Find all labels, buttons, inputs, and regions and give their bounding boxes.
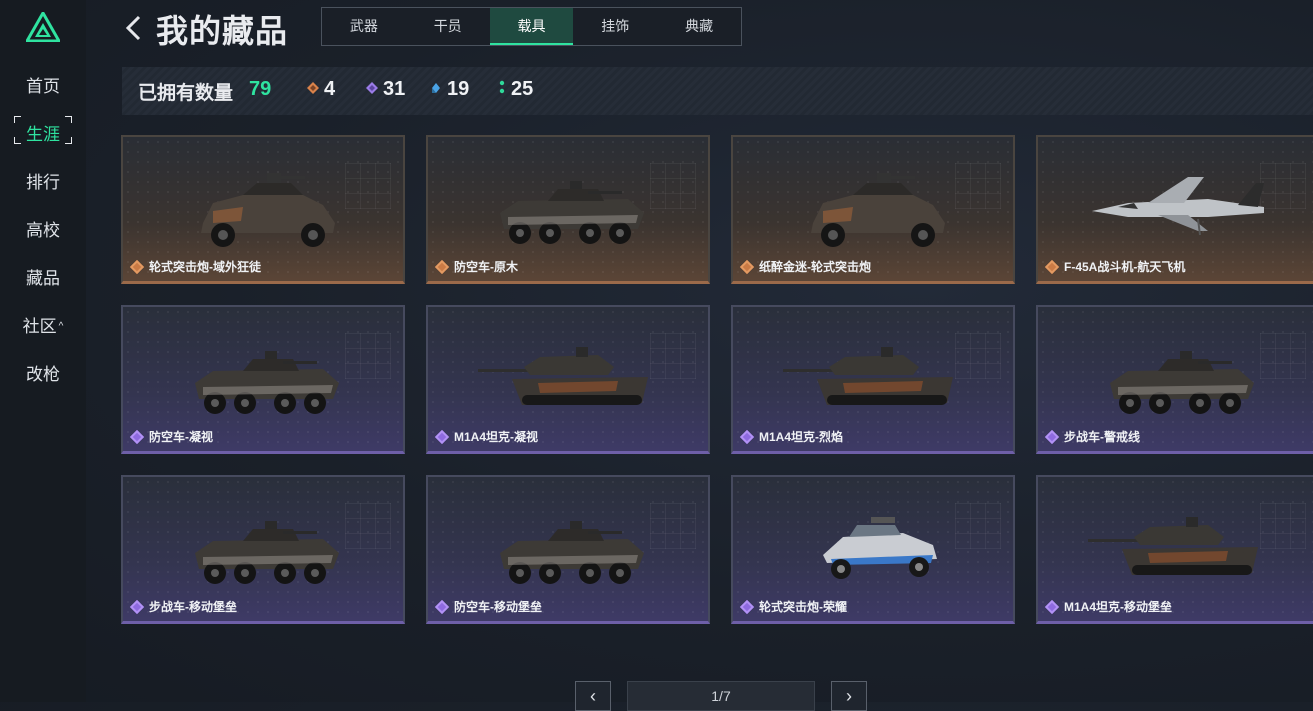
sidebar-item-career[interactable]: 生涯 (0, 120, 86, 145)
vehicle-name: 步战车-警戒线 (1064, 430, 1140, 444)
sidebar-item-label: 生涯 (26, 125, 60, 144)
page-indicator: 1/7 (627, 681, 815, 711)
app-logo-icon[interactable] (26, 12, 60, 42)
stat-value: 31 (383, 78, 406, 100)
stat-value: 4 (324, 78, 336, 100)
tab-weapons[interactable]: 武器 (322, 8, 406, 45)
owned-stats-bar: 已拥有数量 79 4 31 19 25 (122, 67, 1313, 115)
vehicle-name: 纸醉金迷-轮式突击炮 (759, 260, 871, 274)
buggy-image (823, 517, 937, 579)
next-page-button[interactable]: › (831, 681, 867, 711)
stat-orange: 4 (307, 78, 335, 101)
stat-blue: 19 (430, 78, 469, 101)
vehicle-card[interactable]: 防空车-移动堡垒 (426, 475, 710, 624)
category-tabs: 武器 干员 载具 挂饰 典藏 (321, 7, 742, 46)
vehicle-name: 防空车-移动堡垒 (454, 600, 542, 614)
tank-image (478, 347, 648, 405)
sidebar-item-ranking[interactable]: 排行 (0, 168, 86, 193)
tank-image (1088, 517, 1258, 575)
sidebar-item-label: 社区 (22, 317, 57, 336)
vehicle-card[interactable]: 防空车-原木 (426, 135, 710, 284)
jet-image (1091, 176, 1265, 236)
stat-value: 19 (447, 78, 470, 100)
vehicle-card[interactable]: F-45A战斗机-航天飞机 (1036, 135, 1313, 284)
back-arrow-icon[interactable] (122, 14, 146, 42)
stat-purple: 31 (366, 78, 405, 101)
vehicle-card[interactable]: 轮式突击炮-域外狂徒 (121, 135, 405, 284)
owned-total: 79 (249, 78, 272, 100)
vehicle-card[interactable]: M1A4坦克-移动堡垒 (1036, 475, 1313, 624)
tank-image (783, 347, 953, 405)
prev-page-button[interactable]: ‹ (575, 681, 611, 711)
sidebar-item-label: 高校 (26, 221, 60, 240)
sidebar-item-gunsmith[interactable]: 改枪 (0, 360, 86, 385)
vehicle-name: M1A4坦克-凝视 (454, 430, 539, 444)
apc-image (195, 521, 339, 584)
sidebar-item-home[interactable]: 首页 (0, 72, 86, 97)
blue-diamond-icon (432, 83, 440, 93)
apc-image (500, 521, 644, 584)
vehicle-card[interactable]: 纸醉金迷-轮式突击炮 (731, 135, 1015, 284)
vehicle-card[interactable]: M1A4坦克-凝视 (426, 305, 710, 454)
vehicle-name: M1A4坦克-移动堡垒 (1064, 600, 1173, 614)
sidebar-item-label: 藏品 (26, 269, 60, 288)
owned-label: 已拥有数量 (138, 83, 234, 104)
chevron-up-icon: ^ (58, 321, 64, 332)
vehicle-name: M1A4坦克-烈焰 (759, 430, 844, 444)
vehicle-card[interactable]: 步战车-警戒线 (1036, 305, 1313, 454)
vehicle-card[interactable]: M1A4坦克-烈焰 (731, 305, 1015, 454)
vehicle-name: 轮式突击炮-荣耀 (759, 600, 847, 614)
sidebar-item-label: 改枪 (26, 365, 60, 384)
vehicle-card[interactable]: 轮式突击炮-荣耀 (731, 475, 1015, 624)
green-dots-icon (499, 80, 505, 94)
vehicle-name: 防空车-原木 (454, 260, 518, 274)
tab-charms[interactable]: 挂饰 (573, 8, 657, 45)
sidebar-item-collection[interactable]: 藏品 (0, 264, 86, 289)
vehicle-name: 防空车-凝视 (149, 430, 213, 444)
vehicle-card[interactable]: 防空车-凝视 (121, 305, 405, 454)
vehicle-card[interactable]: 步战车-移动堡垒 (121, 475, 405, 624)
orange-diamond-icon (307, 82, 319, 94)
tab-vehicles[interactable]: 载具 (489, 8, 574, 45)
sidebar-item-label: 首页 (26, 77, 60, 96)
tab-operators[interactable]: 干员 (406, 8, 490, 45)
sidebar-item-label: 排行 (26, 173, 60, 192)
armored-car-image (811, 173, 945, 247)
vehicle-name: 步战车-移动堡垒 (149, 600, 237, 614)
sidebar-item-community[interactable]: 社区 ^ (0, 312, 86, 337)
apc-image (500, 181, 644, 244)
sidebar-item-college[interactable]: 高校 (0, 216, 86, 241)
stat-green: 25 (498, 78, 533, 101)
vehicle-name: 轮式突击炮-域外狂徒 (149, 260, 261, 274)
page-title: 我的藏品 (156, 13, 289, 49)
armored-car-image (201, 173, 335, 247)
stat-value: 25 (511, 78, 534, 100)
sidebar: 首页 生涯 排行 高校 藏品 社区 ^ 改枪 (0, 0, 86, 702)
apc-image (195, 351, 339, 414)
purple-diamond-icon (366, 82, 378, 94)
apc-image (1110, 351, 1254, 414)
vehicle-name: F-45A战斗机-航天飞机 (1064, 260, 1186, 274)
tab-collection[interactable]: 典藏 (657, 8, 741, 45)
